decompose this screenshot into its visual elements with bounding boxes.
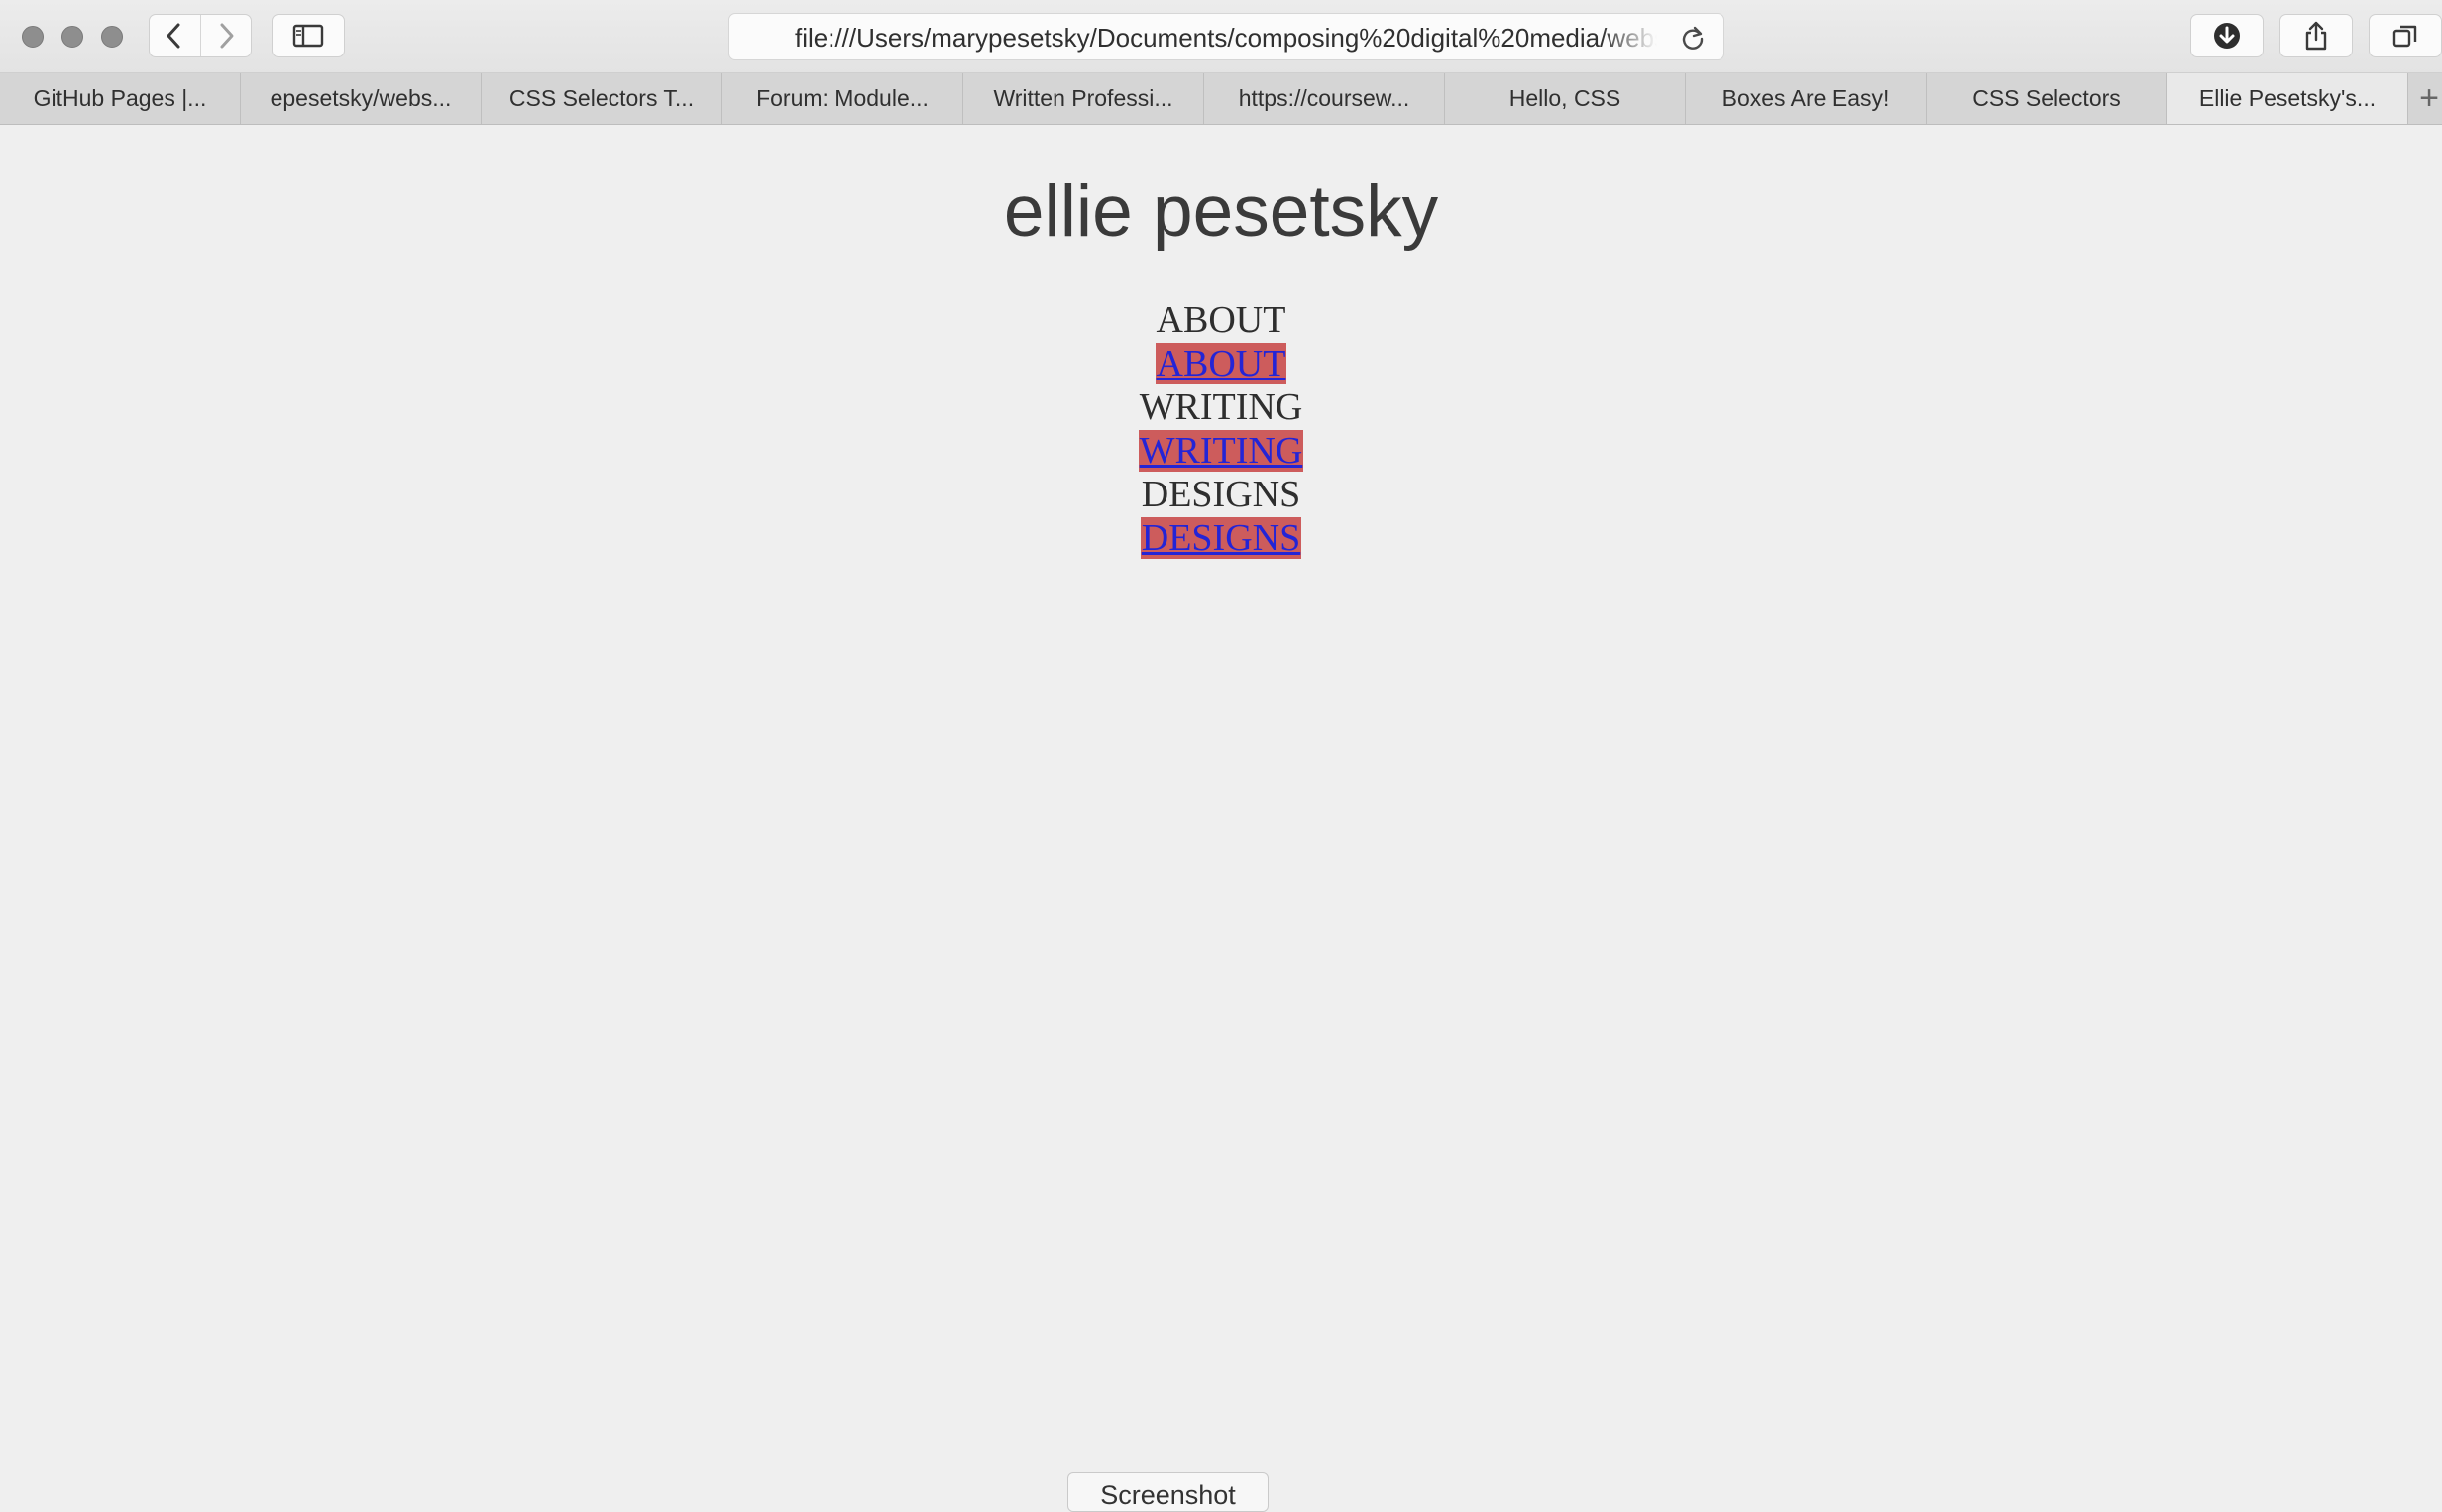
tab-github-pages[interactable]: GitHub Pages |...: [0, 73, 241, 124]
tabs-overview-icon: [2392, 25, 2417, 48]
screenshot-button[interactable]: Screenshot: [1067, 1472, 1269, 1512]
tab-written-professional[interactable]: Written Professi...: [963, 73, 1204, 124]
nav-about-text: ABOUT: [1156, 299, 1286, 341]
share-icon: [2305, 21, 2327, 51]
address-url[interactable]: file:///Users/marypesetsky/Documents/com…: [795, 14, 1667, 59]
nav-designs-link[interactable]: DESIGNS: [1140, 517, 1302, 559]
zoom-icon[interactable]: [101, 26, 123, 48]
sidebar-icon: [292, 24, 324, 48]
new-tab-button[interactable]: +: [2416, 73, 2442, 124]
tab-css-selectors[interactable]: CSS Selectors: [1927, 73, 2167, 124]
tab-css-selectors-tutorial[interactable]: CSS Selectors T...: [482, 73, 722, 124]
nav-about-link[interactable]: ABOUT: [1155, 343, 1287, 384]
tab-courseware[interactable]: https://coursew...: [1204, 73, 1445, 124]
nav-designs-text: DESIGNS: [1141, 474, 1301, 515]
downloads-button[interactable]: [2190, 14, 2264, 57]
nav-writing-link[interactable]: WRITING: [1138, 430, 1304, 472]
tab-forum-module[interactable]: Forum: Module...: [722, 73, 963, 124]
back-button[interactable]: [150, 15, 200, 56]
tab-ellie-pesetsky[interactable]: Ellie Pesetsky's...: [2167, 73, 2408, 124]
tab-bar: GitHub Pages |... epesetsky/webs... CSS …: [0, 73, 2442, 125]
nav-writing-text: WRITING: [1139, 386, 1303, 428]
reload-icon[interactable]: [1680, 25, 1706, 51]
history-nav: [149, 14, 252, 57]
page-title: ellie pesetsky: [1003, 171, 1439, 252]
tab-hello-css[interactable]: Hello, CSS: [1445, 73, 1686, 124]
minimize-icon[interactable]: [61, 26, 83, 48]
browser-toolbar: file:///Users/marypesetsky/Documents/com…: [0, 0, 2442, 73]
forward-icon: [220, 23, 234, 49]
address-fade: [1602, 14, 1681, 59]
download-icon: [2214, 23, 2240, 49]
tabs-overview-button[interactable]: [2369, 14, 2442, 57]
back-icon: [166, 23, 180, 49]
address-bar[interactable]: file:///Users/marypesetsky/Documents/com…: [728, 13, 1724, 60]
site-nav: ABOUT ABOUT WRITING WRITING DESIGNS DESI…: [0, 298, 2442, 560]
tab-epesetsky-website[interactable]: epesetsky/webs...: [241, 73, 482, 124]
sidebar-button[interactable]: [272, 14, 345, 57]
tab-boxes-are-easy[interactable]: Boxes Are Easy!: [1686, 73, 1927, 124]
close-icon[interactable]: [22, 26, 44, 48]
forward-button[interactable]: [199, 15, 252, 56]
share-button[interactable]: [2279, 14, 2353, 57]
